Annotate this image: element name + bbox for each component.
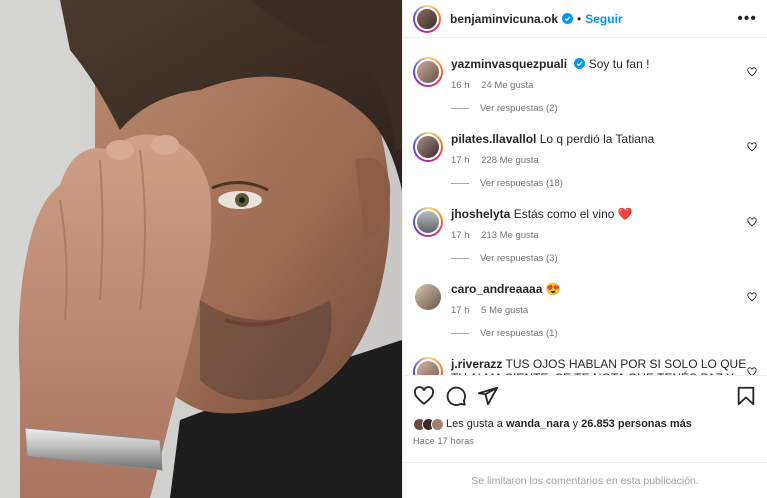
comment-item: j.riverazz TUS OJOS HABLAN POR SI SOLO L…	[413, 357, 757, 375]
comment-text: pilates.llavallol Lo q perdió la Tatiana	[451, 132, 757, 146]
post-actions-bar	[403, 375, 767, 415]
comment-avatar[interactable]	[413, 132, 443, 162]
share-icon[interactable]	[477, 385, 499, 407]
comment-likes[interactable]: 5 Me gusta	[481, 305, 528, 316]
comment-body: Lo q perdió la Tatiana	[539, 132, 655, 146]
liked-by-user[interactable]: wanda_nara	[506, 418, 570, 430]
view-replies-button[interactable]: Ver respuestas (2)	[451, 103, 757, 114]
portrait-image	[0, 0, 402, 498]
comment-username[interactable]: jhoshelyta	[451, 207, 510, 221]
post-timestamp[interactable]: Hace 17 horas	[403, 433, 767, 446]
follow-button[interactable]: Seguir	[585, 12, 622, 26]
more-options-icon[interactable]: •••	[737, 10, 757, 28]
comment-like-heart-icon[interactable]	[747, 67, 757, 77]
comment-body: Estás como el vino	[513, 207, 615, 221]
author-username[interactable]: benjaminvicuna.ok	[450, 12, 558, 26]
view-replies-label[interactable]: Ver respuestas (1)	[480, 328, 558, 339]
likes-summary: Les gusta a wanda_nara y 26.853 personas…	[403, 415, 767, 433]
comment-avatar[interactable]	[413, 282, 443, 312]
comment-time: 17 h	[451, 305, 470, 316]
bookmark-icon[interactable]	[735, 385, 757, 407]
comment-meta: 16 h 24 Me gusta	[451, 80, 757, 91]
verified-badge-icon	[574, 58, 586, 69]
view-replies-label[interactable]: Ver respuestas (18)	[480, 178, 563, 189]
comment-like-heart-icon[interactable]	[747, 292, 757, 302]
view-replies-label[interactable]: Ver respuestas (3)	[480, 253, 558, 264]
comment-text: yazminvasquezpuali Soy tu fan !	[451, 57, 757, 71]
comment-meta: 17 h 213 Me gusta	[451, 230, 757, 241]
post-side-panel: benjaminvicuna.ok • Seguir ••• yazminvas…	[402, 0, 767, 498]
comment-item: caro_andreaaaa 😍 17 h 5 Me gusta Ver res…	[413, 282, 757, 339]
separator-dot: •	[577, 11, 582, 26]
comment-time: 16 h	[451, 80, 470, 91]
comment-meta: 17 h 228 Me gusta	[451, 155, 757, 166]
comment-text: caro_andreaaaa 😍	[451, 282, 757, 296]
view-replies-button[interactable]: Ver respuestas (3)	[451, 253, 757, 264]
comment-text: j.riverazz TUS OJOS HABLAN POR SI SOLO L…	[451, 357, 757, 375]
comment-icon[interactable]	[445, 385, 467, 407]
comments-limited-notice: Se limitaron los comentarios en esta pub…	[403, 462, 767, 498]
comment-time: 17 h	[451, 155, 470, 166]
comment-avatar[interactable]	[413, 57, 443, 87]
comment-emoji: ❤️	[617, 207, 633, 221]
comment-like-heart-icon[interactable]	[747, 367, 757, 375]
replies-line	[451, 258, 469, 259]
comments-list: yazminvasquezpuali Soy tu fan ! 16 h 24 …	[403, 38, 767, 375]
comment-username[interactable]: caro_andreaaaa	[451, 282, 542, 296]
comment-body: Soy tu fan !	[588, 57, 650, 71]
comment-item: jhoshelyta Estás como el vino ❤️ 17 h 21…	[413, 207, 757, 264]
comment-like-heart-icon[interactable]	[747, 217, 757, 227]
comment-likes[interactable]: 213 Me gusta	[481, 230, 539, 241]
comment-time: 17 h	[451, 230, 470, 241]
view-replies-label[interactable]: Ver respuestas (2)	[480, 103, 558, 114]
replies-line	[451, 183, 469, 184]
likes-count[interactable]: 26.853 personas más	[581, 418, 692, 430]
comment-username[interactable]: j.riverazz	[451, 357, 502, 371]
comment-likes[interactable]: 228 Me gusta	[481, 155, 539, 166]
comment-username[interactable]: yazminvasquezpuali	[451, 57, 567, 71]
comment-item: pilates.llavallol Lo q perdió la Tatiana…	[413, 132, 757, 189]
verified-badge-icon	[562, 13, 574, 24]
comment-text: jhoshelyta Estás como el vino ❤️	[451, 207, 757, 221]
author-avatar[interactable]	[413, 4, 441, 33]
comment-likes[interactable]: 24 Me gusta	[481, 80, 533, 91]
replies-line	[451, 108, 469, 109]
post-header: benjaminvicuna.ok • Seguir •••	[403, 0, 767, 38]
liked-by-avatars	[413, 417, 444, 431]
view-replies-button[interactable]: Ver respuestas (18)	[451, 178, 757, 189]
comment-like-heart-icon[interactable]	[747, 142, 757, 152]
comment-username[interactable]: pilates.llavallol	[451, 132, 536, 146]
comment-meta: 17 h 5 Me gusta	[451, 305, 757, 316]
likes-connector: y	[572, 418, 579, 430]
comment-item: yazminvasquezpuali Soy tu fan ! 16 h 24 …	[413, 57, 757, 114]
heart-icon[interactable]	[413, 385, 435, 407]
instagram-post: benjaminvicuna.ok • Seguir ••• yazminvas…	[0, 0, 767, 498]
comment-emoji: 😍	[545, 282, 561, 296]
likes-prefix: Les gusta a	[446, 418, 503, 430]
comment-avatar[interactable]	[413, 357, 443, 375]
view-replies-button[interactable]: Ver respuestas (1)	[451, 328, 757, 339]
post-photo[interactable]	[0, 0, 402, 498]
comment-avatar[interactable]	[413, 207, 443, 237]
replies-line	[451, 333, 469, 334]
